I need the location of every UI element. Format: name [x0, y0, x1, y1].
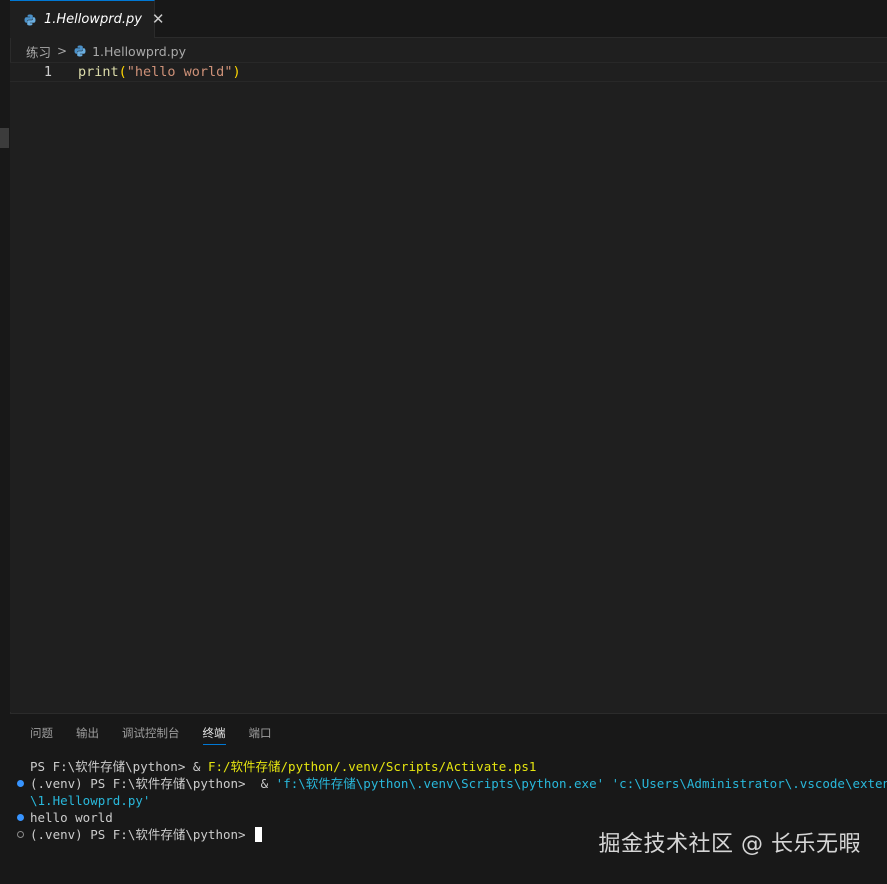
terminal-command: 'f:\软件存储\python\.venv\Scripts\python.exe…	[275, 776, 887, 791]
tab-terminal[interactable]: 终端	[202, 725, 226, 745]
terminal-command: \1.Hellowprd.py'	[30, 793, 151, 808]
code-text: print("hello world")	[78, 63, 241, 81]
editor-tab-bar: 1.Hellowprd.py ✕	[10, 0, 887, 38]
scroll-marker	[0, 128, 9, 148]
terminal-line: hello world	[10, 809, 887, 826]
token-paren-close: )	[232, 64, 241, 80]
line-number: 1	[43, 64, 52, 80]
terminal-line: (.venv) PS F:\软件存储\python> & 'f:\软件存储\py…	[10, 775, 887, 792]
tab-problems[interactable]: 问题	[30, 725, 53, 745]
terminal-output-text: hello world	[30, 810, 113, 825]
breadcrumb-folder[interactable]: 练习	[26, 42, 51, 61]
tab-ports[interactable]: 端口	[249, 725, 272, 745]
code-editor[interactable]: 1 print("hello world")	[10, 62, 887, 712]
token-string: "hello world"	[126, 64, 233, 80]
python-file-icon	[74, 45, 86, 57]
terminal-path: F:/软件存储/python/.venv/Scripts/Activate.ps…	[207, 759, 537, 774]
terminal-prompt: (.venv) PS F:\软件存储\python> &	[30, 776, 276, 791]
terminal-cursor	[255, 827, 263, 842]
token-function: print	[78, 64, 119, 80]
command-success-icon[interactable]	[17, 780, 24, 787]
terminal-line: \1.Hellowprd.py'	[10, 792, 887, 809]
terminal-prompt: (.venv) PS F:\软件存储\python>	[30, 827, 254, 842]
python-file-icon	[24, 14, 36, 26]
tab-label: 1.Hellowprd.py	[44, 12, 142, 27]
tab-debug-console[interactable]: 调试控制台	[122, 725, 180, 745]
watermark: 掘金技术社区 @ 长乐无暇	[598, 832, 861, 857]
code-line[interactable]: 1 print("hello world")	[10, 62, 887, 82]
chevron-right-icon: >	[57, 44, 68, 58]
editor-tab-hellowprd[interactable]: 1.Hellowprd.py ✕	[10, 0, 165, 38]
breadcrumb: 练习 > 1.Hellowprd.py	[26, 41, 186, 61]
bottom-panel: 问题 输出 调试控制台 终端 端口 PS F:\软件存储\python> & F…	[10, 713, 887, 884]
breadcrumb-file[interactable]: 1.Hellowprd.py	[92, 44, 186, 59]
close-icon[interactable]: ✕	[152, 12, 165, 27]
token-paren-open: (	[118, 64, 127, 80]
terminal-prompt: PS F:\软件存储\python> &	[30, 759, 208, 774]
terminal-line: PS F:\软件存储\python> & F:/软件存储/python/.ven…	[10, 758, 887, 775]
tab-output[interactable]: 输出	[76, 725, 99, 745]
panel-tabs: 问题 输出 调试控制台 终端 端口	[30, 724, 295, 746]
command-success-icon[interactable]	[17, 814, 24, 821]
vscode-window: 1.Hellowprd.py ✕ 练习 > 1.Hellowprd.py 1 p…	[0, 0, 887, 884]
command-pending-icon[interactable]	[17, 831, 24, 838]
